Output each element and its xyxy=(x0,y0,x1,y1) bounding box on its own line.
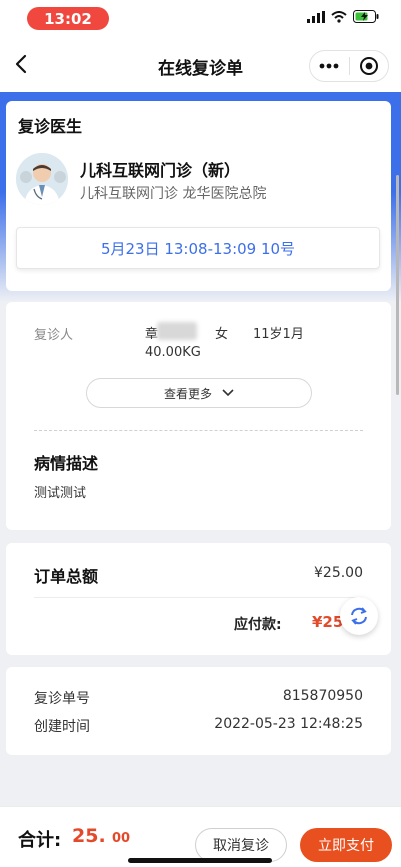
amount-card: 订单总额 ¥25.00 应付款: ¥25. xyxy=(6,543,391,655)
doctor-card: 复诊医生 儿科互联网门诊（新） 儿科互联网门诊 龙华医院总院 5月23日 13:… xyxy=(6,101,391,291)
view-more-button[interactable]: 查看更多 xyxy=(86,378,312,408)
patient-label: 复诊人 xyxy=(34,328,74,343)
patient-gender: 女 xyxy=(215,327,229,342)
close-mini-program-button[interactable] xyxy=(349,51,388,81)
patient-weight: 40.00KG xyxy=(145,345,201,360)
amount-divider xyxy=(34,597,363,598)
order-number-value: 815870950 xyxy=(282,688,363,704)
payable-label: 应付款: xyxy=(234,617,282,633)
doctor-avatar-image xyxy=(16,153,68,205)
condition-title: 病情描述 xyxy=(34,454,99,473)
chevron-down-icon xyxy=(222,389,234,397)
created-time-label: 创建时间 xyxy=(34,719,90,735)
more-dots-icon xyxy=(319,63,339,69)
refresh-icon xyxy=(351,607,367,625)
total-integer: 25. xyxy=(72,825,106,847)
more-button[interactable] xyxy=(310,51,349,81)
wifi-icon xyxy=(331,10,347,23)
signal-icon xyxy=(307,10,325,23)
order-number-label: 复诊单号 xyxy=(34,691,90,707)
order-total-value: ¥25.00 xyxy=(314,565,363,581)
patient-card: 复诊人 章 女 11岁1月 40.00KG 查看更多 病情描述 测试测试 xyxy=(6,302,391,530)
appointment-slot: 5月23日 13:08-13:09 10号 xyxy=(16,227,380,269)
doctor-section-title: 复诊医生 xyxy=(18,117,83,136)
nav-bar: 在线复诊单 xyxy=(0,38,401,92)
total-decimal: 00 xyxy=(112,831,131,846)
patient-age: 11岁1月 xyxy=(253,327,304,342)
status-bar: 13:02 xyxy=(0,0,401,38)
order-info-card: 复诊单号 815870950 创建时间 2022-05-23 12:48:25 xyxy=(6,667,391,755)
refresh-button[interactable] xyxy=(340,597,378,635)
condition-text: 测试测试 xyxy=(34,486,87,501)
home-indicator xyxy=(128,858,272,863)
doctor-name: 儿科互联网门诊（新） xyxy=(80,161,241,180)
scrollbar[interactable] xyxy=(396,175,399,395)
target-close-icon xyxy=(359,57,378,75)
status-time: 13:02 xyxy=(27,7,109,30)
doctor-hospital: 儿科互联网门诊 龙华医院总院 xyxy=(80,186,267,202)
total-label: 合计: xyxy=(18,830,62,851)
status-icons xyxy=(307,10,379,23)
dashed-divider xyxy=(34,430,363,431)
pay-now-button[interactable]: 立即支付 xyxy=(300,828,392,862)
created-time-value: 2022-05-23 12:48:25 xyxy=(214,716,363,732)
order-number-row: 复诊单号 815870950 xyxy=(34,688,363,708)
order-total-label: 订单总额 xyxy=(34,567,99,586)
doctor-avatar xyxy=(16,153,68,205)
patient-name-redaction xyxy=(157,322,197,340)
battery-charging-icon xyxy=(353,10,379,23)
cancel-revisit-button[interactable]: 取消复诊 xyxy=(195,828,287,862)
created-time-row: 创建时间 2022-05-23 12:48:25 xyxy=(34,716,363,736)
mini-program-capsule xyxy=(309,50,389,82)
view-more-label: 查看更多 xyxy=(163,386,212,401)
